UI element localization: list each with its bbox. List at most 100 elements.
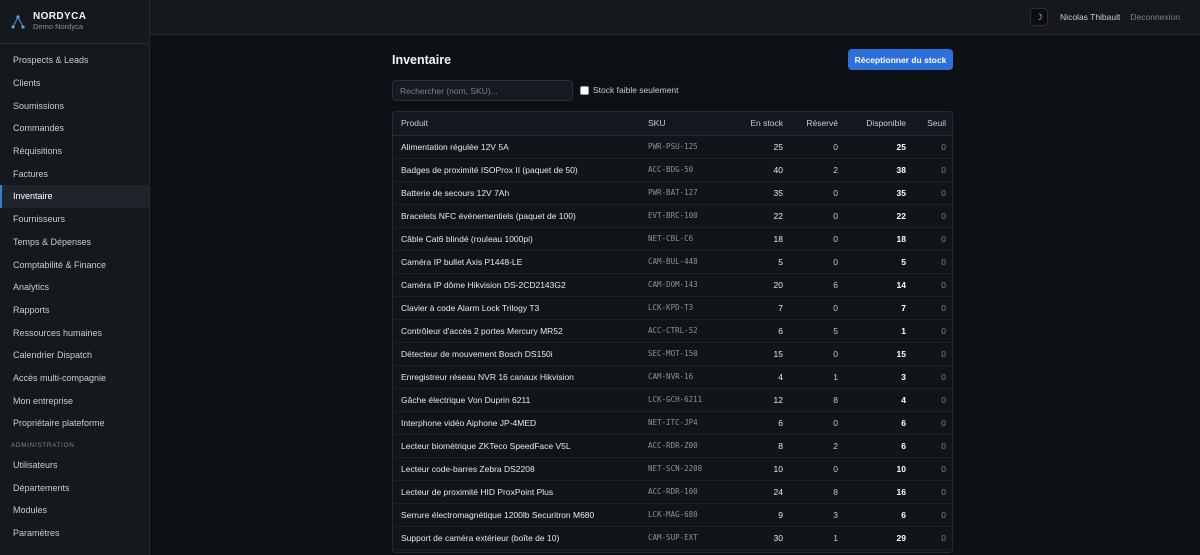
- table-row[interactable]: Contrôleur d'accès 2 portes Mercury MR52…: [393, 319, 952, 343]
- sidebar: NORDYCA Demo Nordyca Prospects & Leads Cl…: [0, 0, 150, 555]
- table-row[interactable]: Clavier à code Alarm Lock Trilogy T3 LCK-…: [393, 296, 952, 320]
- sidebar-item[interactable]: Mon entreprise: [0, 389, 149, 412]
- low-stock-filter[interactable]: Stock faible seulement: [580, 85, 679, 95]
- cell-reserved: 0: [783, 411, 838, 435]
- cell-sku: CAM-SUP-EXT: [648, 526, 713, 550]
- sidebar-nav: Prospects & Leads Clients Soumissions Comma…: [0, 44, 149, 544]
- cell-product: Alimentation régulée 12V 5A: [393, 135, 648, 159]
- table-row[interactable]: Détecteur de mouvement Bosch DS150i SEC-M…: [393, 342, 952, 366]
- cell-threshold: 0: [906, 158, 952, 182]
- cell-reserved: 2: [783, 434, 838, 458]
- cell-stock: 25: [713, 135, 783, 159]
- cell-reserved: 0: [783, 204, 838, 228]
- column-header-product[interactable]: Produit: [393, 112, 648, 136]
- sidebar-item[interactable]: Comptabilité & Finance: [0, 253, 149, 276]
- table-row[interactable]: Interphone vidéo Aiphone JP-4MED NET-ITC-…: [393, 411, 952, 435]
- cell-sku: CAM-BUL-448: [648, 250, 713, 274]
- search-input[interactable]: [392, 80, 573, 101]
- cell-sku: LCK-GCH-6211: [648, 388, 713, 412]
- sidebar-item[interactable]: Calendrier Dispatch: [0, 344, 149, 367]
- cell-sku: ACC-RDR-100: [648, 480, 713, 504]
- cell-threshold: 0: [906, 388, 952, 412]
- cell-sku: SEC-MOT-150: [648, 342, 713, 366]
- cell-threshold: 0: [906, 434, 952, 458]
- cell-available: 22: [838, 204, 906, 228]
- column-header-sku[interactable]: SKU: [648, 112, 713, 136]
- table-row[interactable]: Alimentation régulée 12V 5A PWR-PSU-125 25…: [393, 135, 952, 159]
- table-row[interactable]: Bracelets NFC événementiels (paquet de 1…: [393, 204, 952, 228]
- table-row[interactable]: Serrure électromagnétique 1200lb Securit…: [393, 503, 952, 527]
- table-row[interactable]: Caméra IP dôme Hikvision DS-2CD2143G2 CAM…: [393, 273, 952, 297]
- sidebar-admin-item[interactable]: Utilisateurs: [0, 454, 149, 477]
- table-row[interactable]: Caméra IP bullet Axis P1448-LE CAM-BUL-44…: [393, 250, 952, 274]
- cell-threshold: 0: [906, 296, 952, 320]
- cell-threshold: 0: [906, 227, 952, 251]
- sidebar-item[interactable]: Inventaire: [0, 185, 149, 208]
- table-row[interactable]: Support de caméra extérieur (boîte de 10…: [393, 526, 952, 550]
- cell-stock: 18: [713, 227, 783, 251]
- cell-reserved: 0: [783, 457, 838, 481]
- cell-threshold: 0: [906, 342, 952, 366]
- theme-toggle-button[interactable]: ☽: [1030, 8, 1049, 26]
- sidebar-item[interactable]: Rapports: [0, 299, 149, 322]
- logout-link[interactable]: Deconnexion: [1130, 12, 1180, 22]
- cell-threshold: 0: [906, 480, 952, 504]
- sidebar-item[interactable]: Soumissions: [0, 94, 149, 117]
- column-header-available[interactable]: Disponible: [838, 112, 906, 136]
- cell-reserved: 0: [783, 296, 838, 320]
- receive-stock-button[interactable]: Réceptionner du stock: [848, 49, 953, 70]
- cell-available: 6: [838, 503, 906, 527]
- sidebar-admin-item[interactable]: Modules: [0, 499, 149, 522]
- cell-threshold: 0: [906, 457, 952, 481]
- table-row[interactable]: Lecteur de proximité HID ProxPoint Plus A…: [393, 480, 952, 504]
- sidebar-item[interactable]: Fournisseurs: [0, 208, 149, 231]
- cell-sku: ACC-CTRL-52: [648, 319, 713, 343]
- cell-sku: EVT-BRC-100: [648, 204, 713, 228]
- sidebar-item[interactable]: Propriétaire plateforme: [0, 412, 149, 435]
- sidebar-item[interactable]: Factures: [0, 162, 149, 185]
- sidebar-item[interactable]: Accès multi-compagnie: [0, 367, 149, 390]
- table-row[interactable]: Lecteur biométrique ZKTeco SpeedFace V5L…: [393, 434, 952, 458]
- cell-available: 35: [838, 181, 906, 205]
- column-header-reserved[interactable]: Réservé: [783, 112, 838, 136]
- sidebar-item[interactable]: Commandes: [0, 117, 149, 140]
- cell-reserved: 1: [783, 526, 838, 550]
- cell-product: Interphone vidéo Aiphone JP-4MED: [393, 411, 648, 435]
- cell-stock: 9: [713, 503, 783, 527]
- cell-sku: NET-ITC-JP4: [648, 411, 713, 435]
- cell-stock: 35: [713, 181, 783, 205]
- cell-available: 25: [838, 135, 906, 159]
- cell-sku: PWR-BAT-127: [648, 181, 713, 205]
- sidebar-admin-item[interactable]: Départements: [0, 476, 149, 499]
- sidebar-item[interactable]: Réquisitions: [0, 140, 149, 163]
- cell-sku: CAM-NVR-16: [648, 365, 713, 389]
- brand-subtitle: Demo Nordyca: [33, 22, 84, 31]
- table-row[interactable]: Badges de proximité ISOProx II (paquet d…: [393, 158, 952, 182]
- nordyca-logo-icon: [11, 14, 25, 29]
- brand[interactable]: NORDYCA Demo Nordyca: [0, 0, 149, 44]
- cell-product: Câble Cat6 blindé (rouleau 1000pi): [393, 227, 648, 251]
- sidebar-item[interactable]: Ressources humaines: [0, 321, 149, 344]
- table-row[interactable]: Câble Cat6 blindé (rouleau 1000pi) NET-CB…: [393, 227, 952, 251]
- sidebar-item[interactable]: Analytics: [0, 276, 149, 299]
- low-stock-checkbox[interactable]: [580, 85, 589, 95]
- sidebar-item[interactable]: Prospects & Leads: [0, 49, 149, 72]
- sidebar-admin-item[interactable]: Paramètres: [0, 522, 149, 545]
- cell-reserved: 2: [783, 158, 838, 182]
- cell-available: 7: [838, 296, 906, 320]
- sidebar-item[interactable]: Temps & Dépenses: [0, 231, 149, 254]
- table-row[interactable]: Batterie de secours 12V 7Ah PWR-BAT-127 35…: [393, 181, 952, 205]
- cell-product: Détecteur de mouvement Bosch DS150i: [393, 342, 648, 366]
- cell-threshold: 0: [906, 181, 952, 205]
- table-row[interactable]: Gâche électrique Von Duprin 6211 LCK-GCH-…: [393, 388, 952, 412]
- table-row[interactable]: Enregistreur réseau NVR 16 canaux Hikvis…: [393, 365, 952, 389]
- column-header-threshold[interactable]: Seuil: [906, 112, 952, 136]
- cell-sku: LCK-MAG-680: [648, 503, 713, 527]
- sidebar-item[interactable]: Clients: [0, 72, 149, 95]
- column-header-stock[interactable]: En stock: [713, 112, 783, 136]
- cell-available: 6: [838, 434, 906, 458]
- cell-available: 1: [838, 319, 906, 343]
- cell-available: 5: [838, 250, 906, 274]
- cell-available: 6: [838, 411, 906, 435]
- table-row[interactable]: Lecteur code-barres Zebra DS2208 NET-SCN-…: [393, 457, 952, 481]
